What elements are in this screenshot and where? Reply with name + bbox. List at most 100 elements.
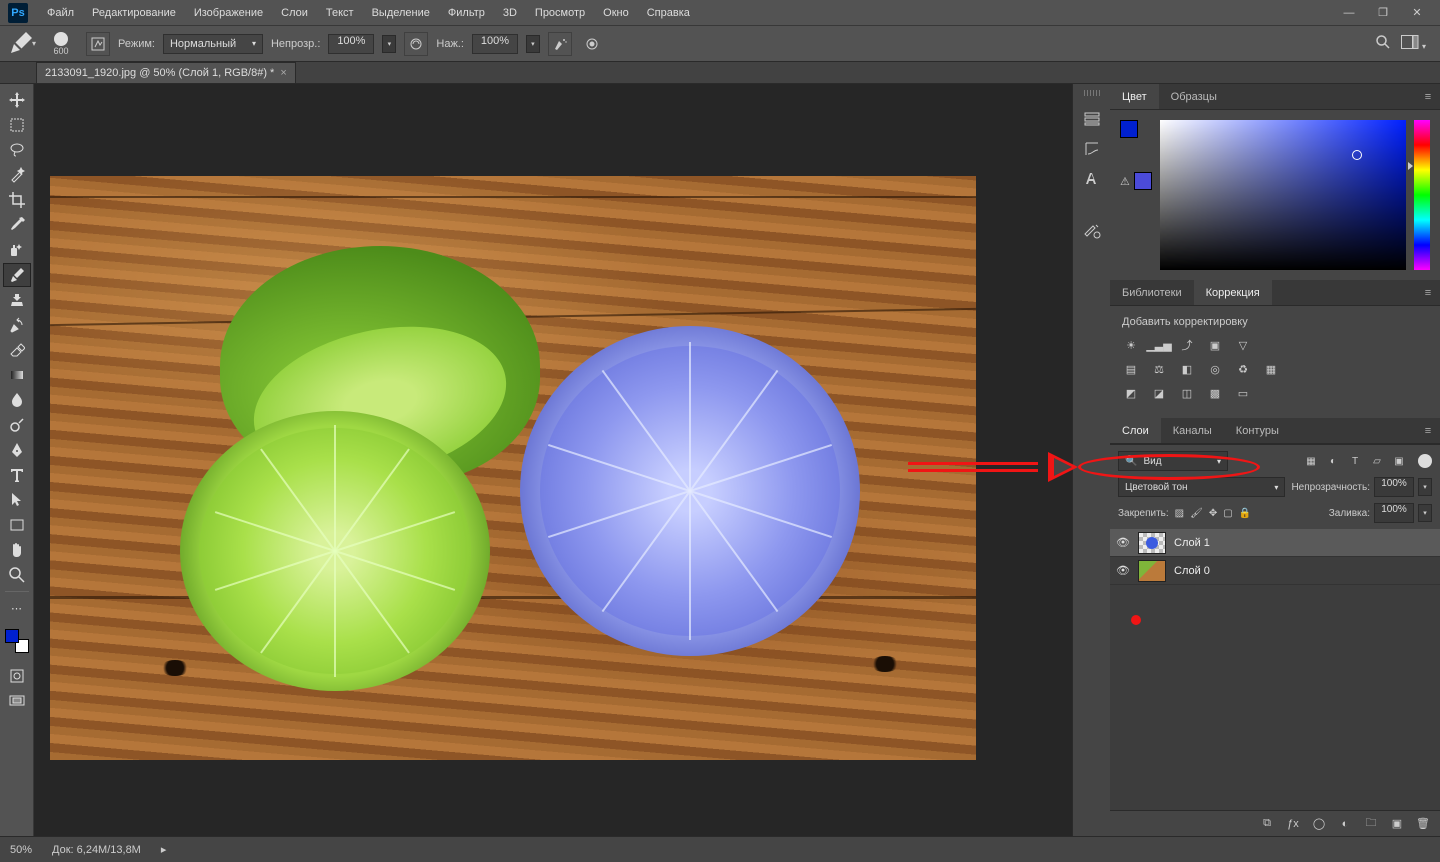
adj-hue-icon[interactable]: ▤ — [1122, 360, 1140, 378]
zoom-level[interactable]: 50% — [10, 844, 32, 856]
menu-view[interactable]: Просмотр — [526, 0, 594, 26]
filter-shape-icon[interactable]: ▱ — [1370, 454, 1384, 468]
layer-fill-input[interactable]: 100% — [1374, 503, 1414, 523]
close-button[interactable]: ✕ — [1408, 4, 1426, 22]
current-tool-icon[interactable]: ▾ — [8, 30, 36, 58]
magic-wand-tool[interactable] — [3, 163, 31, 187]
layer-thumbnail[interactable] — [1138, 560, 1166, 582]
marquee-tool[interactable] — [3, 113, 31, 137]
healing-brush-tool[interactable] — [3, 238, 31, 262]
zoom-tool[interactable] — [3, 563, 31, 587]
status-disclosure[interactable]: ▸ — [161, 843, 167, 856]
adjust-panel-menu[interactable]: ≡ — [1416, 280, 1440, 305]
color-panel-menu[interactable]: ≡ — [1416, 84, 1440, 109]
canvas-area[interactable] — [34, 84, 1072, 836]
layer-name-label[interactable]: Слой 1 — [1174, 537, 1210, 549]
adj-photofilter-icon[interactable]: ◎ — [1206, 360, 1224, 378]
visibility-toggle[interactable]: 👁 — [1116, 564, 1130, 577]
character-panel-icon[interactable] — [1081, 168, 1103, 190]
adj-mixer-icon[interactable]: ♻ — [1234, 360, 1252, 378]
menu-3d[interactable]: 3D — [494, 0, 526, 26]
layer-mask-icon[interactable]: ◯ — [1312, 817, 1326, 830]
tab-adjustments[interactable]: Коррекция — [1194, 280, 1272, 305]
layer-name-label[interactable]: Слой 0 — [1174, 565, 1210, 577]
layer-opacity-input[interactable]: 100% — [1374, 477, 1414, 497]
brush-tool[interactable] — [3, 263, 31, 287]
minimize-button[interactable]: — — [1340, 4, 1358, 22]
lock-artboard-icon[interactable]: ▢ — [1223, 508, 1232, 519]
adj-posterize-icon[interactable]: ◪ — [1150, 384, 1168, 402]
brush-panel-toggle[interactable] — [86, 32, 110, 56]
path-selection-tool[interactable] — [3, 488, 31, 512]
filter-toggle[interactable] — [1418, 454, 1432, 468]
gradient-tool[interactable] — [3, 363, 31, 387]
layers-panel-menu[interactable]: ≡ — [1416, 418, 1440, 443]
menu-edit[interactable]: Редактирование — [83, 0, 185, 26]
doc-size-info[interactable]: Док: 6,24M/13,8M — [52, 844, 141, 856]
brush-preset-picker[interactable]: 600 — [44, 27, 78, 61]
layer-row[interactable]: 👁 Слой 1 — [1110, 529, 1440, 557]
menu-layers[interactable]: Слои — [272, 0, 317, 26]
lasso-tool[interactable] — [3, 138, 31, 162]
filter-smart-icon[interactable]: ▣ — [1392, 454, 1406, 468]
document-canvas[interactable] — [50, 176, 976, 760]
tab-libraries[interactable]: Библиотеки — [1110, 280, 1194, 305]
layer-style-icon[interactable]: ƒx — [1286, 818, 1300, 830]
color-fg-swatch[interactable] — [1120, 120, 1138, 138]
layer-opacity-dropdown[interactable]: ▾ — [1418, 478, 1432, 496]
history-brush-tool[interactable] — [3, 313, 31, 337]
tab-paths[interactable]: Контуры — [1224, 418, 1291, 443]
pressure-opacity-button[interactable] — [404, 32, 428, 56]
blur-tool[interactable] — [3, 388, 31, 412]
menu-text[interactable]: Текст — [317, 0, 363, 26]
menu-filter[interactable]: Фильтр — [439, 0, 494, 26]
screen-mode-button[interactable] — [3, 689, 31, 713]
opacity-dropdown[interactable]: ▾ — [382, 35, 396, 53]
adj-exposure-icon[interactable]: ▣ — [1206, 336, 1224, 354]
tab-layers[interactable]: Слои — [1110, 418, 1161, 443]
menu-image[interactable]: Изображение — [185, 0, 272, 26]
properties-panel-icon[interactable] — [1081, 138, 1103, 160]
filter-adjust-icon[interactable]: ◐ — [1326, 454, 1340, 468]
adj-balance-icon[interactable]: ⚖ — [1150, 360, 1168, 378]
tab-close-icon[interactable]: × — [280, 67, 286, 79]
adj-brightness-icon[interactable]: ☀ — [1122, 336, 1140, 354]
workspace-switcher[interactable]: ▾ — [1401, 35, 1426, 52]
foreground-background-colors[interactable] — [3, 627, 31, 655]
adj-curves-icon[interactable]: ⤴ — [1178, 336, 1196, 354]
layer-filter-select[interactable]: 🔍Вид▾ — [1118, 451, 1228, 471]
link-layers-icon[interactable]: ⧉ — [1260, 817, 1274, 830]
brush-settings-panel-icon[interactable] — [1081, 220, 1103, 242]
menu-file[interactable]: Файл — [38, 0, 83, 26]
eyedropper-tool[interactable] — [3, 213, 31, 237]
layer-blend-mode-select[interactable]: Цветовой тон▾ — [1118, 477, 1285, 497]
adj-lookup-icon[interactable]: ▦ — [1262, 360, 1280, 378]
foreground-color-swatch[interactable] — [5, 629, 19, 643]
menu-select[interactable]: Выделение — [363, 0, 439, 26]
color-bg-swatch[interactable] — [1134, 172, 1152, 190]
adj-selective-icon[interactable]: ▩ — [1206, 384, 1224, 402]
tab-channels[interactable]: Каналы — [1161, 418, 1224, 443]
filter-pixel-icon[interactable]: ▦ — [1304, 454, 1318, 468]
type-tool[interactable] — [3, 463, 31, 487]
adj-levels-icon[interactable]: ▁▃▅ — [1150, 336, 1168, 354]
hue-slider[interactable] — [1414, 120, 1430, 270]
adj-bw-icon[interactable]: ◧ — [1178, 360, 1196, 378]
color-field[interactable] — [1160, 120, 1406, 270]
adj-invert-icon[interactable]: ◩ — [1122, 384, 1140, 402]
lock-all-icon[interactable]: 🔒 — [1239, 508, 1251, 519]
pressure-size-button[interactable] — [580, 32, 604, 56]
search-icon[interactable] — [1375, 34, 1391, 53]
opacity-input[interactable]: 100% — [328, 34, 374, 54]
airbrush-button[interactable] — [548, 32, 572, 56]
blend-mode-select[interactable]: Нормальный▾ — [163, 34, 263, 54]
lock-transparency-icon[interactable]: ▨ — [1175, 508, 1184, 519]
maximize-button[interactable]: ❐ — [1374, 4, 1392, 22]
lock-pixels-icon[interactable]: 🖌 — [1190, 508, 1203, 519]
tab-color[interactable]: Цвет — [1110, 84, 1159, 109]
history-panel-icon[interactable] — [1081, 108, 1103, 130]
clone-stamp-tool[interactable] — [3, 288, 31, 312]
menu-window[interactable]: Окно — [594, 0, 638, 26]
layer-fill-dropdown[interactable]: ▾ — [1418, 504, 1432, 522]
layer-thumbnail[interactable] — [1138, 532, 1166, 554]
